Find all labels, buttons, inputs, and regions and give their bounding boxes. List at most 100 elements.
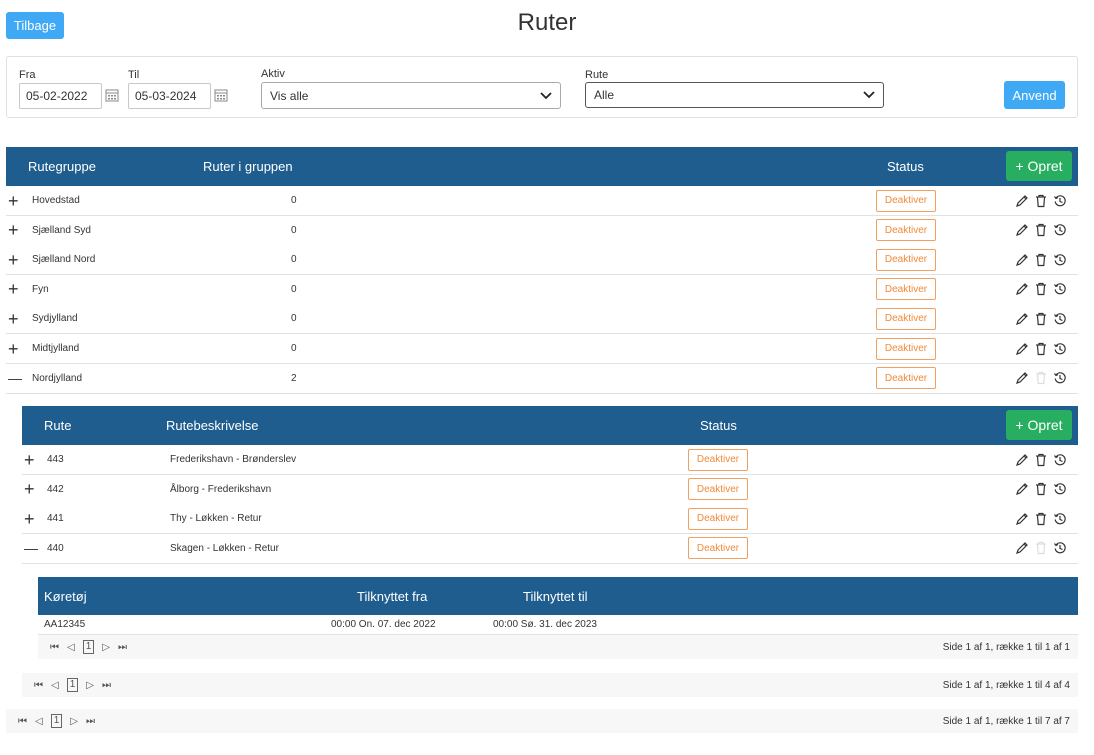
edit-icon[interactable] [1015, 194, 1029, 208]
table-row[interactable]: +441 Thy - Løkken - Retur Deaktiver [22, 504, 1078, 534]
prev-page-icon[interactable]: ◁ [51, 680, 59, 691]
table-row[interactable]: +442 Ålborg - Frederikshavn Deaktiver [22, 474, 1078, 505]
group-name: Fyn [32, 283, 49, 295]
row-actions [1015, 304, 1067, 333]
delete-icon[interactable] [1035, 453, 1047, 467]
history-icon[interactable] [1053, 342, 1067, 356]
edit-icon[interactable] [1015, 482, 1029, 496]
expand-icon[interactable]: + [8, 304, 19, 333]
expand-icon[interactable]: + [8, 275, 19, 304]
vehicle-link[interactable]: AA12345 [44, 615, 85, 634]
create-route-button[interactable]: + Opret [1006, 410, 1072, 440]
delete-icon[interactable] [1035, 312, 1047, 326]
deactivate-button[interactable]: Deaktiver [876, 337, 936, 360]
table-row[interactable]: + Sjælland Nord 0 Deaktiver [6, 245, 1078, 276]
history-icon[interactable] [1053, 482, 1067, 496]
first-page-icon[interactable]: ⏮ [34, 680, 43, 691]
delete-icon[interactable] [1035, 223, 1047, 237]
collapse-icon[interactable]: — [8, 364, 22, 393]
expand-icon[interactable]: + [24, 445, 35, 474]
deactivate-button[interactable]: Deaktiver [688, 478, 748, 500]
expand-icon[interactable]: + [24, 475, 35, 504]
page-title: Ruter [517, 9, 577, 36]
edit-icon[interactable] [1015, 342, 1029, 356]
edit-icon[interactable] [1015, 512, 1029, 526]
history-icon[interactable] [1053, 194, 1067, 208]
next-page-icon[interactable]: ▷ [70, 716, 78, 727]
delete-icon[interactable] [1035, 512, 1047, 526]
deactivate-button[interactable]: Deaktiver [876, 367, 936, 390]
table-row[interactable]: +443 Frederikshavn - Brønderslev Deaktiver [22, 445, 1078, 475]
deactivate-button[interactable]: Deaktiver [876, 307, 936, 330]
first-page-icon[interactable]: ⏮ [18, 716, 27, 727]
last-page-icon[interactable]: ⏭ [118, 642, 127, 653]
deactivate-button[interactable]: Deaktiver [876, 278, 936, 301]
page-number[interactable]: 1 [50, 714, 63, 728]
edit-icon[interactable] [1015, 453, 1029, 467]
create-group-button[interactable]: + Opret [1006, 151, 1072, 181]
expand-icon[interactable]: + [8, 216, 19, 245]
edit-icon[interactable] [1015, 371, 1029, 385]
edit-icon[interactable] [1015, 282, 1029, 296]
first-page-icon[interactable]: ⏮ [50, 642, 59, 653]
deactivate-button[interactable]: Deaktiver [688, 507, 748, 530]
collapse-icon[interactable]: — [24, 534, 38, 563]
expand-icon[interactable]: + [8, 186, 19, 215]
table-row[interactable]: + Sydjylland 0 Deaktiver [6, 304, 1078, 335]
history-icon[interactable] [1053, 312, 1067, 326]
row-actions [1015, 186, 1067, 215]
delete-icon[interactable] [1035, 482, 1047, 496]
next-page-icon[interactable]: ▷ [102, 642, 110, 653]
expand-icon[interactable]: + [8, 245, 19, 274]
edit-icon[interactable] [1015, 253, 1029, 267]
table-row[interactable]: AA12345 00:00 On. 07. dec 2022 00:00 Sø.… [38, 615, 1078, 635]
last-page-icon[interactable]: ⏭ [102, 680, 111, 691]
status-cell: Deaktiver [876, 216, 936, 245]
to-date-input[interactable]: 05-03-2024 [128, 83, 211, 109]
from-date-input[interactable]: 05-02-2022 [19, 83, 102, 109]
route-select[interactable]: Alle [585, 82, 884, 108]
delete-icon[interactable] [1035, 194, 1047, 208]
table-row[interactable]: + Sjælland Syd 0 Deaktiver [6, 215, 1078, 246]
edit-icon[interactable] [1015, 541, 1029, 555]
history-icon[interactable] [1053, 223, 1067, 237]
apply-button[interactable]: Anvend [1004, 81, 1065, 109]
active-select[interactable]: Vis alle [261, 82, 561, 109]
calendar-icon[interactable] [214, 88, 228, 107]
expand-icon[interactable]: + [24, 504, 35, 533]
history-icon[interactable] [1053, 541, 1067, 555]
page-number[interactable]: 1 [66, 678, 79, 692]
delete-icon[interactable] [1035, 282, 1047, 296]
page-number[interactable]: 1 [82, 640, 95, 654]
table-row[interactable]: + Fyn 0 Deaktiver [6, 274, 1078, 305]
deactivate-button[interactable]: Deaktiver [876, 189, 936, 212]
prev-page-icon[interactable]: ◁ [35, 716, 43, 727]
history-icon[interactable] [1053, 453, 1067, 467]
table-row[interactable]: — Nordjylland 2 Deaktiver [6, 363, 1078, 394]
assigned-from: 00:00 On. 07. dec 2022 [331, 619, 436, 630]
prev-page-icon[interactable]: ◁ [67, 642, 75, 653]
deactivate-button[interactable]: Deaktiver [688, 448, 748, 471]
route-number: 442 [47, 483, 64, 495]
table-row[interactable]: — 440 Skagen - Løkken - Retur Deaktiver [22, 533, 1078, 564]
next-page-icon[interactable]: ▷ [86, 680, 94, 691]
edit-icon[interactable] [1015, 312, 1029, 326]
col-rute: Rute [44, 418, 72, 433]
calendar-icon[interactable] [105, 88, 119, 107]
expand-icon[interactable]: + [8, 334, 19, 363]
deactivate-button[interactable]: Deaktiver [688, 537, 748, 559]
col-status: Status [700, 418, 737, 433]
table-row[interactable]: + Hovedstad 0 Deaktiver [6, 186, 1078, 216]
delete-icon[interactable] [1035, 342, 1047, 356]
history-icon[interactable] [1053, 253, 1067, 267]
history-icon[interactable] [1053, 512, 1067, 526]
history-icon[interactable] [1053, 282, 1067, 296]
edit-icon[interactable] [1015, 223, 1029, 237]
deactivate-button[interactable]: Deaktiver [876, 219, 936, 242]
history-icon[interactable] [1053, 371, 1067, 385]
deactivate-button[interactable]: Deaktiver [876, 248, 936, 271]
delete-icon[interactable] [1035, 253, 1047, 267]
table-row[interactable]: + Midtjylland 0 Deaktiver [6, 334, 1078, 364]
last-page-icon[interactable]: ⏭ [86, 716, 95, 727]
route-description: Skagen - Løkken - Retur [170, 542, 279, 554]
